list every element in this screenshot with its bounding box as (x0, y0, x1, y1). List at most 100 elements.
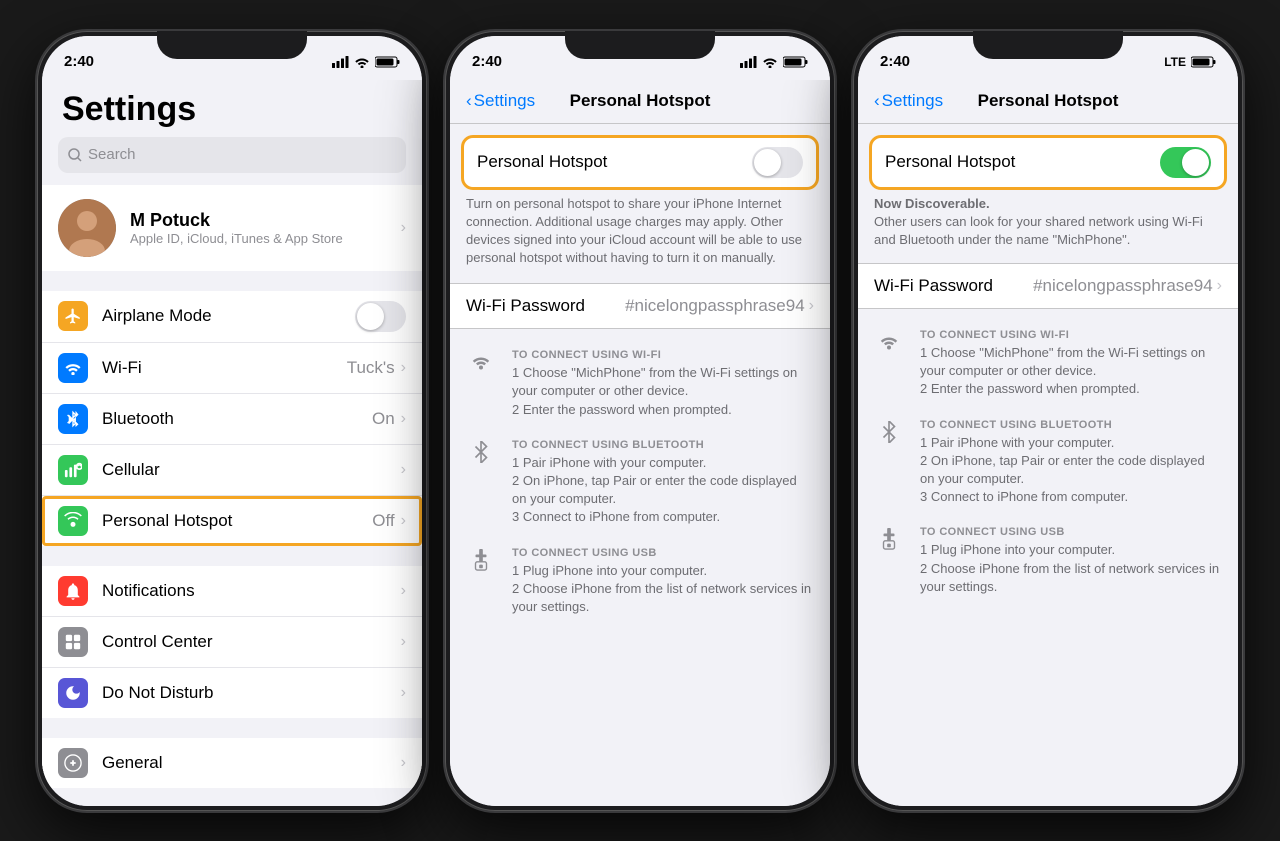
wifi-password-row-2[interactable]: Wi-Fi Password #nicelongpassphrase94 › (450, 283, 830, 329)
nav-title-2: Personal Hotspot (570, 91, 711, 111)
profile-name: M Potuck (130, 210, 387, 231)
general-chevron: › (401, 754, 406, 772)
hotspot-screen-3: Personal Hotspot Now Discoverable. Other… (858, 124, 1238, 806)
airplane-mode-row[interactable]: Airplane Mode (42, 291, 422, 343)
settings-group-2: Notifications › Control Center › (42, 566, 422, 718)
hotspot-screen-2: Personal Hotspot Turn on personal hotspo… (450, 124, 830, 806)
wifi-chevron: › (401, 359, 406, 377)
search-icon (68, 148, 82, 162)
general-row[interactable]: General › (42, 738, 422, 788)
wifi-row-icon (64, 361, 82, 375)
connect-bt-step2-3: 2 On iPhone, tap Pair or enter the code … (920, 452, 1222, 488)
connect-wifi-text-3: TO CONNECT USING WI-FI 1 Choose "MichPho… (920, 329, 1222, 399)
wifi-password-row-3[interactable]: Wi-Fi Password #nicelongpassphrase94 › (858, 263, 1238, 309)
controlcenter-chevron: › (401, 633, 406, 651)
discoverable-note-3: Now Discoverable. Other users can look f… (858, 187, 1238, 254)
connect-usb-heading-3: TO CONNECT USING USB (920, 526, 1222, 538)
hotspot-value: Off (372, 511, 394, 531)
connect-wifi-step1-3: 1 Choose "MichPhone" from the Wi-Fi sett… (920, 344, 1222, 380)
nav-title-3: Personal Hotspot (978, 91, 1119, 111)
hotspot-toggle-2[interactable] (752, 147, 803, 178)
notch-2 (565, 31, 715, 59)
profile-chevron: › (401, 219, 406, 237)
controlcenter-label: Control Center (102, 632, 401, 652)
connect-usb-icon-2 (466, 547, 496, 571)
settings-screen: Settings Search (42, 80, 422, 806)
wifi-label: Wi-Fi (102, 358, 347, 378)
phone-2-inner: 2:40 ‹ Settings Personal Hotspot (450, 36, 830, 806)
bluetooth-value: On (372, 409, 395, 429)
connect-bt-icon-2 (466, 439, 496, 463)
avatar (58, 199, 116, 257)
wifi-status-icon (354, 56, 370, 68)
discoverable-detail-3: Other users can look for your shared net… (874, 214, 1203, 247)
signal-icon-2 (740, 56, 757, 68)
airplane-toggle[interactable] (355, 301, 406, 332)
connect-usb-step1-2: 1 Plug iPhone into your computer. (512, 562, 814, 580)
hotspot-toggle-3[interactable] (1160, 147, 1211, 178)
connect-bt-3: TO CONNECT USING BLUETOOTH 1 Pair iPhone… (874, 419, 1222, 507)
connect-wifi-heading-3: TO CONNECT USING WI-FI (920, 329, 1222, 341)
hotspot-icon (63, 512, 83, 530)
cellular-label: Cellular (102, 460, 401, 480)
connect-section-3: TO CONNECT USING WI-FI 1 Choose "MichPho… (858, 329, 1238, 632)
general-icon-bg (58, 748, 88, 778)
bluetooth-icon (66, 410, 80, 428)
hotspot-icon-bg (58, 506, 88, 536)
wifi-pw-label-3: Wi-Fi Password (874, 276, 1033, 296)
connect-usb-step2-2: 2 Choose iPhone from the list of network… (512, 580, 814, 616)
connect-wifi-step1-2: 1 Choose "MichPhone" from the Wi-Fi sett… (512, 364, 814, 400)
hotspot-row[interactable]: Personal Hotspot Off › (42, 496, 422, 546)
airplane-icon (64, 307, 82, 325)
connect-wifi-heading-2: TO CONNECT USING WI-FI (512, 349, 814, 361)
profile-subtitle: Apple ID, iCloud, iTunes & App Store (130, 231, 387, 246)
status-time-1: 2:40 (64, 53, 94, 70)
connect-section-2: TO CONNECT USING WI-FI 1 Choose "MichPho… (450, 349, 830, 652)
wifi-value: Tuck's (347, 358, 395, 378)
connect-wifi-step2-2: 2 Enter the password when prompted. (512, 401, 814, 419)
profile-cell[interactable]: M Potuck Apple ID, iCloud, iTunes & App … (42, 185, 422, 271)
nav-back-2[interactable]: ‹ Settings (466, 91, 535, 111)
notifications-row[interactable]: Notifications › (42, 566, 422, 617)
controlcenter-icon (64, 633, 82, 651)
battery-icon (375, 56, 400, 68)
nav-bar-2: ‹ Settings Personal Hotspot (450, 80, 830, 124)
cellular-icon (64, 462, 82, 478)
nav-back-3[interactable]: ‹ Settings (874, 91, 943, 111)
phone-1: 2:40 Settings Search (37, 31, 427, 811)
connect-usb-2: TO CONNECT USING USB 1 Plug iPhone into … (466, 547, 814, 617)
status-icons-2 (740, 56, 808, 68)
hotspot-chevron: › (401, 512, 406, 530)
connect-usb-step2-3: 2 Choose iPhone from the list of network… (920, 560, 1222, 596)
donotdisturb-row[interactable]: Do Not Disturb › (42, 668, 422, 718)
donotdisturb-icon (64, 684, 82, 702)
connect-bt-step1-3: 1 Pair iPhone with your computer. (920, 434, 1222, 452)
notch-1 (157, 31, 307, 59)
bluetooth-row[interactable]: Bluetooth On › (42, 394, 422, 445)
phone-1-inner: 2:40 Settings Search (42, 36, 422, 806)
wifi-pw-label-2: Wi-Fi Password (466, 296, 625, 316)
search-bar[interactable]: Search (58, 137, 406, 173)
notifications-label: Notifications (102, 581, 401, 601)
connect-usb-step1-3: 1 Plug iPhone into your computer. (920, 541, 1222, 559)
hotspot-toggle-container-2: Personal Hotspot (463, 137, 817, 188)
connect-wifi-3: TO CONNECT USING WI-FI 1 Choose "MichPho… (874, 329, 1222, 399)
back-label-3: Settings (882, 91, 943, 111)
connect-bt-text-3: TO CONNECT USING BLUETOOTH 1 Pair iPhone… (920, 419, 1222, 507)
phone-3: 2:40 LTE ‹ Settings Personal Hotspot (853, 31, 1243, 811)
wifi-icon-bg (58, 353, 88, 383)
controlcenter-row[interactable]: Control Center › (42, 617, 422, 668)
wifi-row[interactable]: Wi-Fi Tuck's › (42, 343, 422, 394)
wifi-pw-chevron-2: › (809, 297, 814, 315)
connect-bt-step1-2: 1 Pair iPhone with your computer. (512, 454, 814, 472)
phone-3-inner: 2:40 LTE ‹ Settings Personal Hotspot (858, 36, 1238, 806)
battery-icon-3 (1191, 56, 1216, 68)
connect-wifi-text-2: TO CONNECT USING WI-FI 1 Choose "MichPho… (512, 349, 814, 419)
connect-bt-heading-3: TO CONNECT USING BLUETOOTH (920, 419, 1222, 431)
wifi-pw-value-2: #nicelongpassphrase94 (625, 296, 805, 316)
status-time-3: 2:40 (880, 53, 910, 70)
wifi-status-icon-2 (762, 56, 778, 68)
battery-icon-2 (783, 56, 808, 68)
connect-wifi-2: TO CONNECT USING WI-FI 1 Choose "MichPho… (466, 349, 814, 419)
cellular-row[interactable]: Cellular › (42, 445, 422, 496)
